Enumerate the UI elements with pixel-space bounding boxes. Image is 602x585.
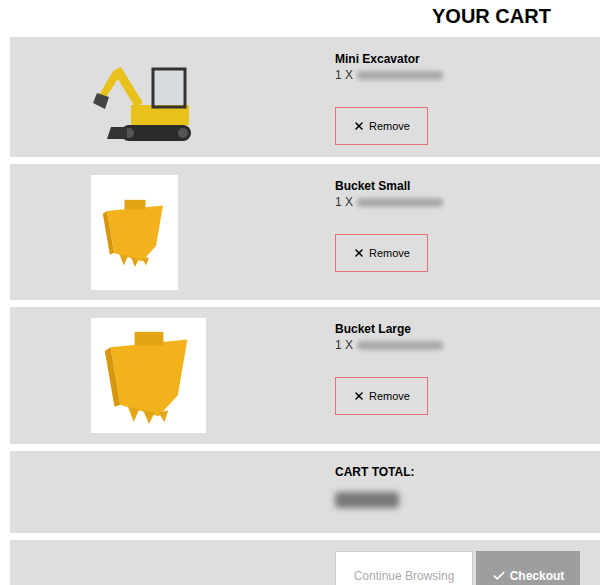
remove-button[interactable]: Remove bbox=[335, 107, 428, 145]
cart-total: CART TOTAL: bbox=[10, 451, 600, 533]
item-price bbox=[357, 71, 443, 80]
item-quantity: 1 X bbox=[335, 337, 353, 353]
remove-button[interactable]: Remove bbox=[335, 234, 428, 272]
cart-item: Bucket Small1 X Remove bbox=[10, 164, 600, 300]
cart-item: Bucket Large1 X Remove bbox=[10, 307, 600, 444]
x-icon bbox=[353, 390, 365, 402]
item-quantity: 1 X bbox=[335, 67, 353, 83]
x-icon bbox=[353, 120, 365, 132]
action-bar: Continue BrowsingCheckout bbox=[10, 540, 600, 585]
bucket-image bbox=[91, 175, 178, 290]
check-icon bbox=[492, 569, 506, 583]
excavator-image bbox=[91, 47, 203, 147]
remove-button[interactable]: Remove bbox=[335, 377, 428, 415]
total-amount bbox=[335, 492, 399, 508]
bucket-image bbox=[91, 318, 206, 433]
cart-item: Mini Excavator1 X Remove bbox=[10, 37, 600, 157]
item-name: Bucket Large bbox=[335, 321, 443, 337]
checkout-button[interactable]: Checkout bbox=[476, 551, 580, 585]
item-price bbox=[357, 198, 443, 207]
item-name: Mini Excavator bbox=[335, 51, 443, 67]
item-quantity: 1 X bbox=[335, 194, 353, 210]
continue-button[interactable]: Continue Browsing bbox=[335, 551, 473, 585]
x-icon bbox=[353, 247, 365, 259]
total-label: CART TOTAL: bbox=[335, 464, 415, 480]
page-heading: YOUR CART bbox=[432, 0, 551, 31]
item-price bbox=[357, 341, 443, 350]
item-name: Bucket Small bbox=[335, 178, 443, 194]
